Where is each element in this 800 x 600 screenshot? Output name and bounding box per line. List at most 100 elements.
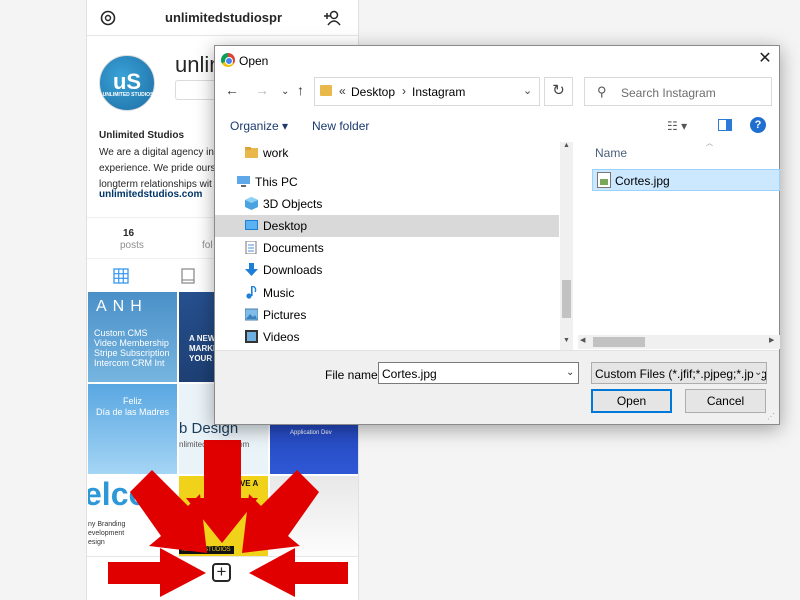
scroll-left-icon[interactable]: ◀ — [580, 336, 585, 344]
post-tile[interactable]: HAVE A NO IMITED STUDIOS — [179, 476, 268, 566]
followers-label[interactable]: fol — [202, 240, 213, 251]
scroll-down-icon[interactable]: ▼ — [560, 337, 573, 349]
nav-item-work[interactable]: work — [215, 142, 559, 164]
search-input[interactable]: ⚲ Search Instagram — [584, 77, 772, 106]
post-tile[interactable] — [270, 476, 358, 566]
dialog-title: Open — [239, 54, 269, 68]
help-icon[interactable]: ? — [750, 117, 766, 133]
nav-item-3d-objects[interactable]: 3D Objects — [215, 193, 559, 215]
up-arrow-icon[interactable]: ↑ — [297, 82, 304, 98]
chevron-right-icon[interactable]: › — [402, 84, 406, 98]
file-type-select[interactable]: Custom Files (*.jfif;*.pjpeg;*.jpeg ⌄ — [591, 362, 767, 384]
address-bar[interactable]: « Desktop › Instagram ⌄ — [314, 77, 540, 106]
tile-text: IMITED STUDIOS — [179, 546, 234, 554]
nav-item-label: Downloads — [263, 263, 323, 277]
file-item-name: Cortes.jpg — [615, 174, 670, 188]
pictures-icon — [245, 308, 258, 321]
horizontal-scrollbar-thumb[interactable] — [593, 337, 645, 347]
preview-pane-icon[interactable] — [718, 119, 732, 131]
posts-count: 16 — [123, 228, 135, 239]
tile-text: nlimitedstudios.com — [179, 440, 250, 449]
tile-line: ny Branding — [88, 521, 126, 528]
close-button[interactable]: ✕ — [753, 50, 777, 70]
view-options-icon[interactable]: ☷ ▾ — [667, 119, 687, 133]
post-tile[interactable]: ANH Custom CMS Video Membership Stripe S… — [88, 292, 177, 382]
refresh-button[interactable]: ↻ — [544, 77, 573, 106]
tile-line: Video Membership — [94, 338, 169, 348]
feed-icon[interactable] — [181, 268, 195, 284]
nav-item-videos[interactable]: Videos — [215, 326, 559, 348]
navigation-pane: work This PC 3D Objects Desktop Document… — [215, 142, 573, 350]
nav-item-label: Videos — [263, 330, 300, 344]
tile-line: Día de las Madres — [95, 407, 170, 417]
tile-text: Application Dev — [290, 430, 332, 436]
post-tile[interactable]: Feliz Día de las Madres — [88, 384, 177, 474]
search-icon: ⚲ — [597, 84, 607, 99]
nav-item-label: 3D Objects — [263, 197, 323, 211]
nav-item-label: work — [263, 146, 289, 160]
open-button[interactable]: Open — [591, 389, 672, 413]
music-icon — [246, 286, 257, 299]
chevron-down-icon[interactable]: ⌄ — [523, 84, 532, 97]
breadcrumb-desktop[interactable]: Desktop — [351, 85, 395, 99]
chrome-icon — [221, 53, 235, 67]
tile-line: Intercom CRM Int — [94, 358, 165, 368]
nav-pane-scrollbar[interactable] — [560, 142, 573, 350]
chevron-down-icon[interactable]: ⌄ — [566, 367, 574, 378]
scroll-up-icon[interactable]: ▲ — [560, 142, 573, 154]
nav-item-pictures[interactable]: Pictures — [215, 304, 559, 326]
post-tile[interactable]: elco ny Branding evelopment esign — [88, 476, 177, 566]
sort-ascending-icon: ︿ — [706, 140, 713, 147]
scroll-right-icon[interactable]: ▶ — [769, 336, 774, 344]
tile-text: elco — [88, 476, 149, 512]
search-placeholder: Search Instagram — [621, 86, 716, 100]
nav-item-label: This PC — [255, 175, 298, 189]
back-arrow-icon[interactable]: ← — [225, 82, 239, 98]
nav-item-desktop[interactable]: Desktop — [215, 215, 559, 237]
grid-icon[interactable] — [113, 268, 129, 284]
nav-item-label: Documents — [263, 241, 324, 255]
resize-grip-icon[interactable]: ⋰ — [767, 412, 775, 421]
file-name-label: File name: — [325, 368, 382, 382]
nav-item-music[interactable]: Music — [215, 282, 559, 304]
avatar-subtext: UNLIMITED STUDIOS — [102, 92, 154, 98]
cube-icon — [245, 197, 258, 210]
file-name-input[interactable]: Cortes.jpg ⌄ — [378, 362, 579, 384]
new-post-button[interactable]: + — [212, 563, 231, 582]
avatar[interactable]: uS UNLIMITED STUDIOS — [99, 55, 155, 111]
breadcrumb-overflow[interactable]: « — [339, 84, 346, 98]
new-folder-button[interactable]: New folder — [312, 119, 369, 133]
bio-line: We are a digital agency in — [99, 147, 214, 158]
chevron-down-icon[interactable]: ⌄ — [754, 367, 763, 378]
file-item[interactable]: Cortes.jpg — [592, 169, 780, 191]
tile-text: Feliz Día de las Madres — [88, 396, 177, 418]
tile-line: esign — [88, 539, 105, 546]
tile-line: Custom CMS — [94, 328, 148, 338]
column-header-name[interactable]: Name — [595, 146, 627, 160]
avatar-text: uS — [112, 69, 142, 94]
add-user-icon[interactable] — [323, 9, 343, 27]
organize-menu-button[interactable]: Organize ▾ — [230, 119, 288, 133]
cancel-button[interactable]: Cancel — [685, 389, 766, 413]
breadcrumb-instagram[interactable]: Instagram — [412, 85, 465, 99]
forward-arrow-icon[interactable]: → — [255, 82, 269, 98]
open-file-dialog: Open ✕ ← → ⌄ ↑ « Desktop › Instagram ⌄ ↻… — [214, 45, 780, 425]
nav-item-label: Music — [263, 286, 295, 300]
tile-line: evelopment — [88, 530, 125, 537]
download-icon — [245, 263, 258, 276]
file-type-value: Custom Files (*.jfif;*.pjpeg;*.jpeg — [595, 367, 767, 381]
recent-locations-chevron-icon[interactable]: ⌄ — [281, 86, 289, 97]
instagram-header: unlimitedstudiospr — [87, 0, 358, 36]
tile-line: Feliz — [122, 396, 142, 406]
tile-line: Stripe Subscription — [94, 348, 170, 358]
tile-text: ny Branding evelopment esign — [88, 520, 125, 547]
file-name-value: Cortes.jpg — [382, 367, 437, 381]
computer-icon — [237, 176, 250, 187]
nav-item-this-pc[interactable]: This PC — [215, 171, 559, 193]
desktop-icon — [245, 220, 258, 230]
nav-scrollbar-thumb[interactable] — [562, 280, 571, 318]
profile-full-name: Unlimited Studios — [99, 130, 184, 141]
nav-item-downloads[interactable]: Downloads — [215, 259, 559, 281]
profile-website-link[interactable]: unlimitedstudios.com — [99, 189, 202, 200]
nav-item-documents[interactable]: Documents — [215, 237, 559, 259]
